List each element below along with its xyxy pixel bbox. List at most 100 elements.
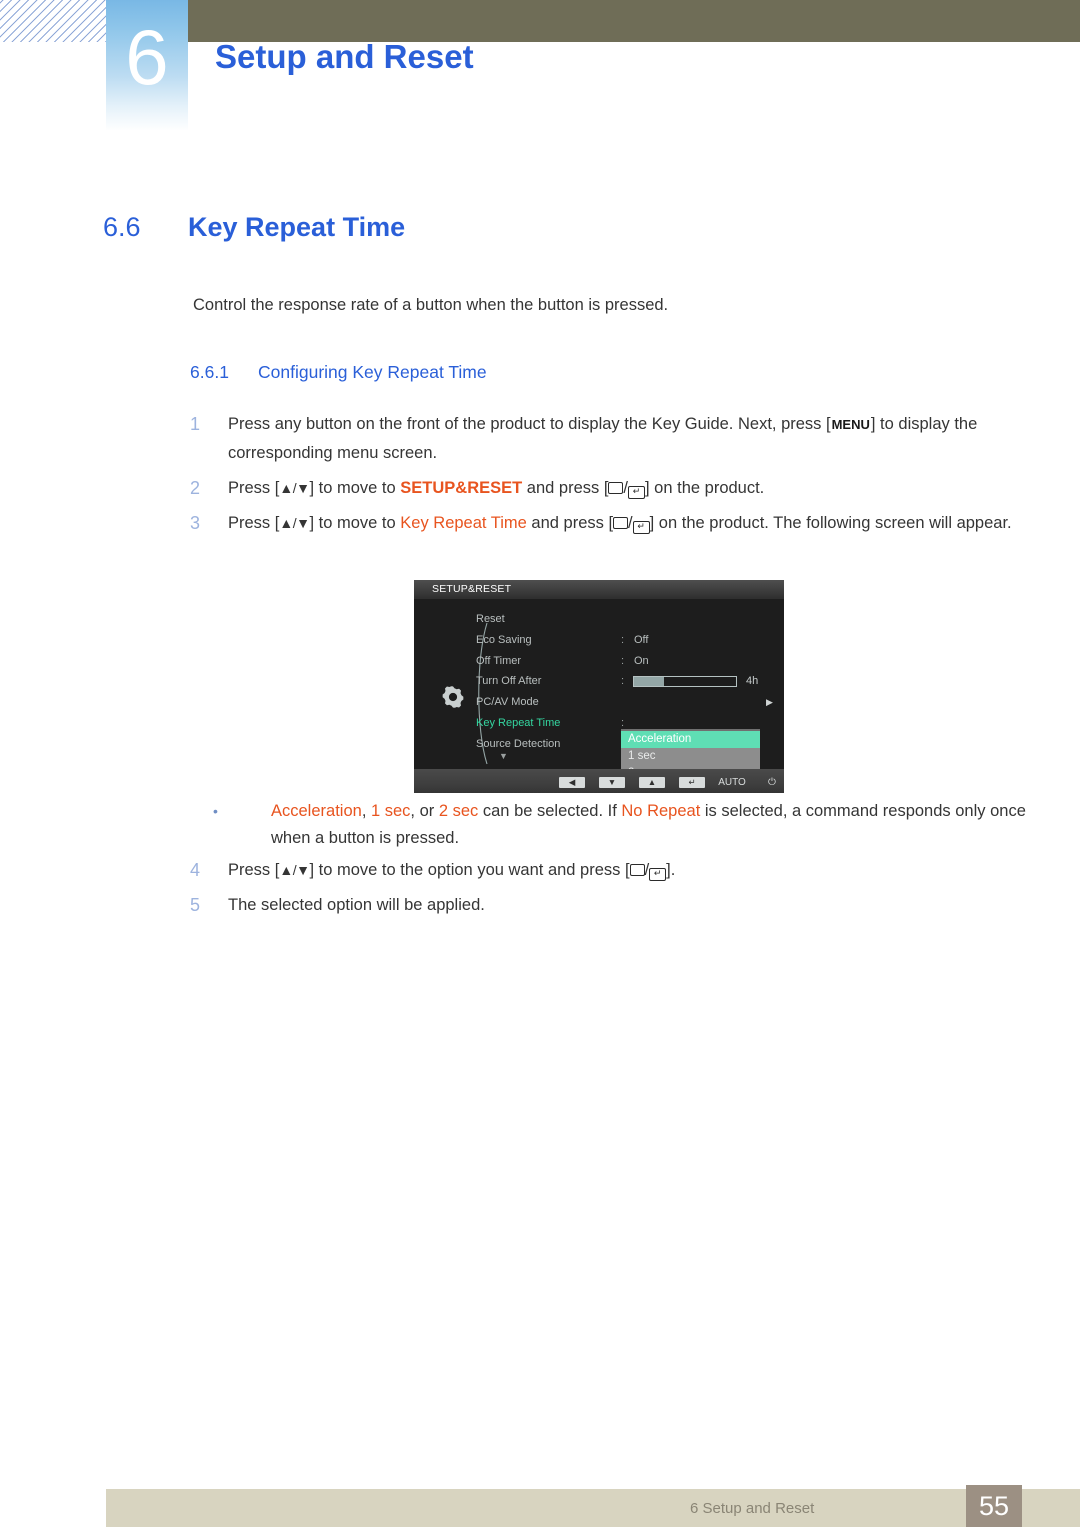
button-caret-icon: ▼: [672, 791, 712, 793]
turn-off-after-slider[interactable]: [633, 676, 737, 688]
footer-chapter-label: 6 Setup and Reset: [690, 1500, 815, 1517]
enter-key-icon: ↵: [632, 521, 650, 534]
chevron-right-icon: ▶: [766, 697, 773, 708]
osd-title: SETUP&RESET: [432, 583, 512, 595]
button-caret-icon: ▼: [752, 791, 784, 793]
osd-row-colon: :: [621, 654, 625, 667]
osd-body: Reset Eco Saving : Off Off Timer : On Tu…: [414, 599, 784, 793]
back-key-icon: [608, 482, 624, 494]
osd-row-label: Source Detection: [476, 737, 561, 750]
step-number: 4: [190, 860, 201, 880]
slider-fill: [634, 677, 664, 687]
back-key-icon: [629, 864, 645, 876]
down-button-icon: ▼: [599, 777, 625, 788]
osd-enter-button[interactable]: ↵▼: [672, 772, 712, 793]
section-number: 6.6: [103, 212, 141, 242]
bullet-text-part: ,: [361, 802, 371, 820]
bullet-text-part: can be selected. If: [478, 802, 622, 820]
osd-auto-button[interactable]: AUTO ▼: [712, 772, 752, 793]
footer-bar: [106, 1489, 1080, 1527]
bullet-option-1sec: 1 sec: [370, 802, 411, 820]
osd-row-label: Turn Off After: [476, 675, 542, 688]
menu-target-label: SETUP&RESET: [400, 479, 523, 497]
key-separator: /: [628, 514, 633, 532]
osd-row-label: Eco Saving: [476, 633, 532, 646]
dropdown-option[interactable]: 1 sec: [621, 748, 760, 765]
decorative-hatch-pattern: [0, 0, 106, 42]
osd-left-button[interactable]: ◀▼: [552, 772, 592, 793]
bullet-option-no-repeat: No Repeat: [621, 802, 701, 820]
step-number: 5: [190, 895, 201, 915]
section-title: Key Repeat Time: [188, 212, 406, 242]
chapter-title: Setup and Reset: [215, 38, 474, 75]
osd-down-button[interactable]: ▼▼: [592, 772, 632, 793]
section-intro-text: Control the response rate of a button wh…: [193, 296, 669, 314]
step-text-part: ] on the product.: [645, 479, 765, 497]
bullet-text-part: , or: [410, 802, 439, 820]
osd-row-label: PC/AV Mode: [476, 696, 539, 709]
steps-list-continued: 4 Press [▲/▼] to move to the option you …: [190, 856, 1030, 926]
left-button-icon: ◀: [559, 777, 585, 788]
footer-page-number: 55: [966, 1485, 1022, 1527]
subsection-number: 6.6.1: [190, 362, 229, 382]
step-text-part: Press [: [228, 514, 280, 532]
osd-row-label: Reset: [476, 613, 505, 625]
bullet-dot-icon: •: [213, 803, 218, 819]
step-text-part: ] on the product. The following screen w…: [649, 514, 1012, 532]
step-text-part: ] to move to: [309, 514, 401, 532]
chapter-header: 6 Setup and Reset: [0, 0, 1080, 135]
osd-row-eco-saving[interactable]: Eco Saving : Off: [476, 630, 784, 651]
menu-target-label: Key Repeat Time: [400, 514, 527, 532]
dropdown-option[interactable]: Acceleration: [621, 731, 760, 748]
step-item: 1 Press any button on the front of the p…: [190, 410, 1030, 467]
subsection-heading: 6.6.1 Configuring Key Repeat Time: [190, 362, 487, 383]
step-text-part: Press any button on the front of the pro…: [228, 415, 831, 433]
step-text: Press [▲/▼] to move to the option you wa…: [228, 856, 1030, 884]
gear-icon: [442, 686, 464, 708]
osd-up-button[interactable]: ▲▼: [632, 772, 672, 793]
osd-row-pc-av-mode[interactable]: PC/AV Mode ▶: [476, 692, 784, 713]
auto-button-icon: AUTO: [718, 777, 746, 788]
step-number: 2: [190, 478, 201, 498]
up-down-key-icon: ▲/▼: [279, 480, 310, 496]
button-caret-icon: ▼: [592, 791, 632, 793]
up-button-icon: ▲: [639, 777, 665, 788]
menu-key-icon: MENU: [831, 417, 870, 432]
up-down-key-icon: ▲/▼: [279, 862, 310, 878]
osd-row-label: Key Repeat Time: [476, 716, 561, 729]
step-item: 2 Press [▲/▼] to move to SETUP&RESET and…: [190, 474, 1030, 502]
subsection-title: Configuring Key Repeat Time: [258, 362, 487, 382]
step-number: 1: [190, 414, 201, 434]
step-number: 3: [190, 513, 201, 533]
section-heading: 6.6 Key Repeat Time: [103, 212, 405, 243]
osd-row-value: Off: [634, 633, 649, 646]
osd-row-colon: :: [621, 675, 625, 688]
step-text: Press any button on the front of the pro…: [228, 410, 1030, 467]
up-down-key-icon: ▲/▼: [279, 515, 310, 531]
button-caret-icon: ▼: [712, 791, 752, 793]
bullet-note: • Acceleration, 1 sec, or 2 sec can be s…: [207, 798, 1027, 852]
bullet-note-text: Acceleration, 1 sec, or 2 sec can be sel…: [271, 798, 1027, 852]
osd-button-bar: ◀▼▼▼▲▼↵▼AUTO▼⏻▼: [414, 769, 784, 793]
enter-button-icon: ↵: [679, 777, 705, 788]
bullet-option-2sec: 2 sec: [438, 802, 479, 820]
back-key-icon: [613, 517, 629, 529]
step-text-part: Press [: [228, 861, 280, 879]
step-text-part: and press [: [526, 514, 614, 532]
scroll-down-caret-icon[interactable]: ▼: [499, 751, 508, 761]
step-text: Press [▲/▼] to move to Key Repeat Time a…: [228, 509, 1030, 537]
osd-power-button[interactable]: ⏻▼: [752, 772, 784, 793]
chapter-number: 6: [125, 13, 169, 101]
step-text: The selected option will be applied.: [228, 896, 485, 914]
step-text-part: ] to move to: [309, 479, 401, 497]
osd-row-off-timer[interactable]: Off Timer : On: [476, 651, 784, 672]
osd-row-label: Off Timer: [476, 654, 522, 667]
step-item: 5 The selected option will be applied.: [190, 891, 1030, 919]
osd-row-value: 4h: [746, 675, 759, 688]
osd-row-reset[interactable]: Reset: [476, 609, 784, 630]
osd-menu-screenshot: SETUP&RESET Reset Eco Saving : Off Off T…: [414, 580, 784, 793]
osd-row-colon: :: [621, 633, 625, 646]
header-olive-bar: [188, 0, 1080, 42]
chapter-number-badge: 6: [106, 0, 188, 131]
osd-row-turn-off-after[interactable]: Turn Off After : 4h: [476, 671, 784, 692]
